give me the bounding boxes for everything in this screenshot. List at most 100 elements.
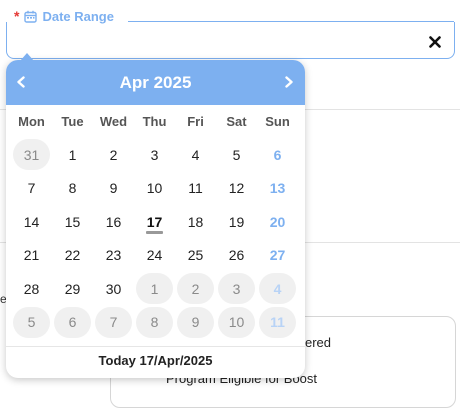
calendar-day[interactable]: 1 (134, 272, 175, 306)
day-number: 12 (228, 180, 245, 197)
footer-divider (6, 346, 305, 347)
calendar-day[interactable]: 6 (257, 138, 298, 172)
calendar-header: Apr 2025 (6, 60, 305, 105)
calendar-day[interactable]: 4 (175, 138, 216, 172)
calendar-day[interactable]: 3 (134, 138, 175, 172)
background-card-text: ered (305, 335, 332, 350)
chevron-right-icon (285, 76, 293, 88)
day-number: 9 (109, 180, 118, 197)
calendar-day[interactable]: 9 (93, 172, 134, 206)
calendar-day[interactable]: 7 (11, 172, 52, 206)
calendar-day[interactable]: 11 (257, 306, 298, 340)
day-number: 7 (109, 314, 118, 331)
day-number: 15 (64, 213, 81, 230)
day-number: 5 (232, 146, 241, 163)
day-number: 8 (68, 180, 77, 197)
calendar-day[interactable]: 9 (175, 306, 216, 340)
calendar-day[interactable]: 5 (11, 306, 52, 340)
day-number: 17 (146, 213, 163, 230)
day-grid: 31 1 2 3 4 5 6 7 8 9 10 11 12 13 14 15 16 17 18 19 20 21 22 23 2… (11, 138, 301, 339)
calendar-icon (24, 10, 38, 23)
day-number: 6 (273, 146, 282, 163)
day-number: 3 (150, 146, 159, 163)
prev-month-button[interactable] (12, 73, 30, 91)
today-button[interactable]: Today 17/Apr/2025 (6, 353, 305, 373)
today-marker (146, 231, 163, 234)
calendar-day[interactable]: 3 (216, 272, 257, 306)
day-number: 22 (64, 247, 81, 264)
date-range-input[interactable] (6, 22, 455, 59)
calendar-day[interactable]: 7 (93, 306, 134, 340)
calendar-day[interactable]: 19 (216, 205, 257, 239)
calendar-day[interactable]: 8 (52, 172, 93, 206)
month-title[interactable]: Apr 2025 (120, 73, 192, 93)
calendar-day[interactable]: 1 (52, 138, 93, 172)
calendar-day[interactable]: 14 (11, 205, 52, 239)
calendar-day[interactable]: 24 (134, 239, 175, 273)
day-number: 21 (23, 247, 40, 264)
chevron-left-icon (17, 76, 25, 88)
calendar-day[interactable]: 2 (93, 138, 134, 172)
day-number: 29 (64, 280, 81, 297)
day-number: 7 (27, 180, 36, 197)
calendar-day[interactable]: 16 (93, 205, 134, 239)
weekday-label: Wed (99, 114, 128, 129)
calendar-day[interactable]: 6 (52, 306, 93, 340)
day-number: 2 (191, 280, 200, 297)
calendar-day[interactable]: 30 (93, 272, 134, 306)
calendar-day[interactable]: 31 (11, 138, 52, 172)
day-number: 24 (146, 247, 163, 264)
day-number: 26 (228, 247, 245, 264)
day-number: 19 (228, 213, 245, 230)
day-number: 6 (68, 314, 77, 331)
calendar-day[interactable]: 25 (175, 239, 216, 273)
calendar-day[interactable]: 27 (257, 239, 298, 273)
calendar-day[interactable]: 13 (257, 172, 298, 206)
calendar-day[interactable]: 2 (175, 272, 216, 306)
day-number: 31 (23, 146, 40, 163)
calendar-day[interactable]: 12 (216, 172, 257, 206)
day-number: 23 (105, 247, 122, 264)
calendar-day[interactable]: 23 (93, 239, 134, 273)
weekday-label: Mon (18, 114, 45, 129)
calendar-day[interactable]: 26 (216, 239, 257, 273)
calendar-day-today[interactable]: 17 (134, 205, 175, 239)
calendar-day[interactable]: 28 (11, 272, 52, 306)
calendar-day[interactable]: 10 (216, 306, 257, 340)
day-number: 14 (23, 213, 40, 230)
day-number: 20 (269, 213, 286, 230)
day-number: 10 (228, 314, 245, 331)
calendar-day[interactable]: 29 (52, 272, 93, 306)
calendar-day[interactable]: 5 (216, 138, 257, 172)
calendar-day[interactable]: 20 (257, 205, 298, 239)
day-number: 3 (232, 280, 241, 297)
day-number: 9 (191, 314, 200, 331)
day-number: 11 (270, 314, 285, 331)
weekday-label: Sat (226, 114, 247, 129)
day-number: 8 (150, 314, 159, 331)
next-month-button[interactable] (280, 73, 298, 91)
calendar-day[interactable]: 10 (134, 172, 175, 206)
calendar-day[interactable]: 8 (134, 306, 175, 340)
calendar-day[interactable]: 15 (52, 205, 93, 239)
day-number: 25 (187, 247, 204, 264)
calendar-day[interactable]: 22 (52, 239, 93, 273)
day-number: 4 (273, 280, 282, 297)
calendar-day[interactable]: 21 (11, 239, 52, 273)
day-number: 4 (191, 146, 200, 163)
day-number: 18 (187, 213, 204, 230)
calendar-popup: Apr 2025 Mon Tue Wed Thu Fri Sat Sun 31 1… (6, 53, 305, 378)
field-label: * Date Range (14, 6, 120, 26)
day-number: 11 (188, 180, 203, 197)
day-number: 13 (269, 180, 286, 197)
clear-button[interactable] (426, 33, 444, 51)
calendar-day[interactable]: 18 (175, 205, 216, 239)
day-number: 2 (109, 146, 118, 163)
close-icon (429, 36, 441, 48)
weekday-label: Fri (187, 114, 204, 129)
calendar-day[interactable]: 11 (175, 172, 216, 206)
day-number: 1 (150, 280, 159, 297)
calendar-day[interactable]: 4 (257, 272, 298, 306)
day-number: 16 (105, 213, 122, 230)
day-number: 28 (23, 280, 40, 297)
